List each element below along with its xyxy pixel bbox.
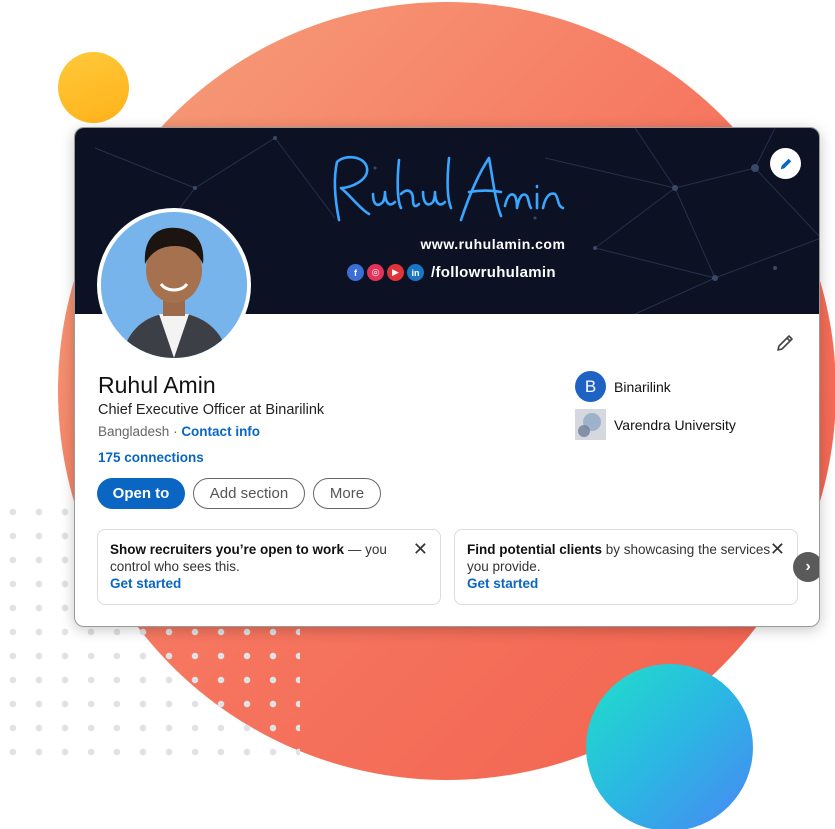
linkedin-icon: in: [407, 264, 424, 281]
profile-photo: [101, 212, 247, 358]
suggestion-title: Show recruiters you’re open to work: [110, 542, 345, 557]
current-company[interactable]: B Binarilink: [575, 371, 671, 402]
suggestion-title: Find potential clients: [467, 542, 603, 557]
profile-name: Ruhul Amin: [98, 372, 216, 398]
social-handle: /followruhulamin: [431, 264, 556, 281]
pencil-icon: [780, 158, 791, 169]
profile-location: Bangladesh: [98, 424, 170, 439]
decorative-teal-circle: [586, 664, 753, 829]
education[interactable]: Varendra University: [575, 409, 736, 440]
social-row: f ◎ ▶ in /followruhulamin: [347, 264, 556, 281]
close-icon[interactable]: ✕: [413, 540, 428, 558]
location-line: Bangladesh · Contact info: [98, 424, 260, 439]
close-icon[interactable]: ✕: [770, 540, 785, 558]
signature-logo: [333, 155, 565, 222]
chevron-right-icon[interactable]: ›: [793, 552, 819, 582]
profile-card: www.ruhulamin.com f ◎ ▶ in /followruhula…: [74, 127, 820, 627]
profile-headline: Chief Executive Officer at Binarilink: [98, 402, 325, 418]
company-name: Binarilink: [614, 378, 671, 395]
connections-link[interactable]: 175 connections: [98, 450, 204, 465]
get-started-link[interactable]: Get started: [467, 575, 785, 592]
instagram-icon: ◎: [367, 264, 384, 281]
edit-banner-button[interactable]: [770, 148, 801, 179]
more-button[interactable]: More: [313, 478, 381, 509]
company-logo: B: [575, 371, 606, 402]
edit-intro-button[interactable]: [772, 330, 798, 356]
pencil-icon: [777, 335, 793, 351]
school-logo-icon: [575, 409, 606, 440]
separator: ·: [169, 424, 182, 439]
contact-info-link[interactable]: Contact info: [181, 424, 260, 439]
add-section-button[interactable]: Add section: [193, 478, 305, 509]
facebook-icon: f: [347, 264, 364, 281]
suggestion-card-find-clients: Find potential clients by showcasing the…: [454, 529, 798, 605]
school-logo: [575, 409, 606, 440]
open-to-button[interactable]: Open to: [97, 478, 185, 509]
school-name: Varendra University: [614, 416, 736, 433]
get-started-link[interactable]: Get started: [110, 575, 428, 592]
decorative-yellow-dot: [58, 52, 129, 123]
youtube-icon: ▶: [387, 264, 404, 281]
suggestion-card-open-to-work: Show recruiters you’re open to work — yo…: [97, 529, 441, 605]
avatar[interactable]: [97, 208, 251, 362]
